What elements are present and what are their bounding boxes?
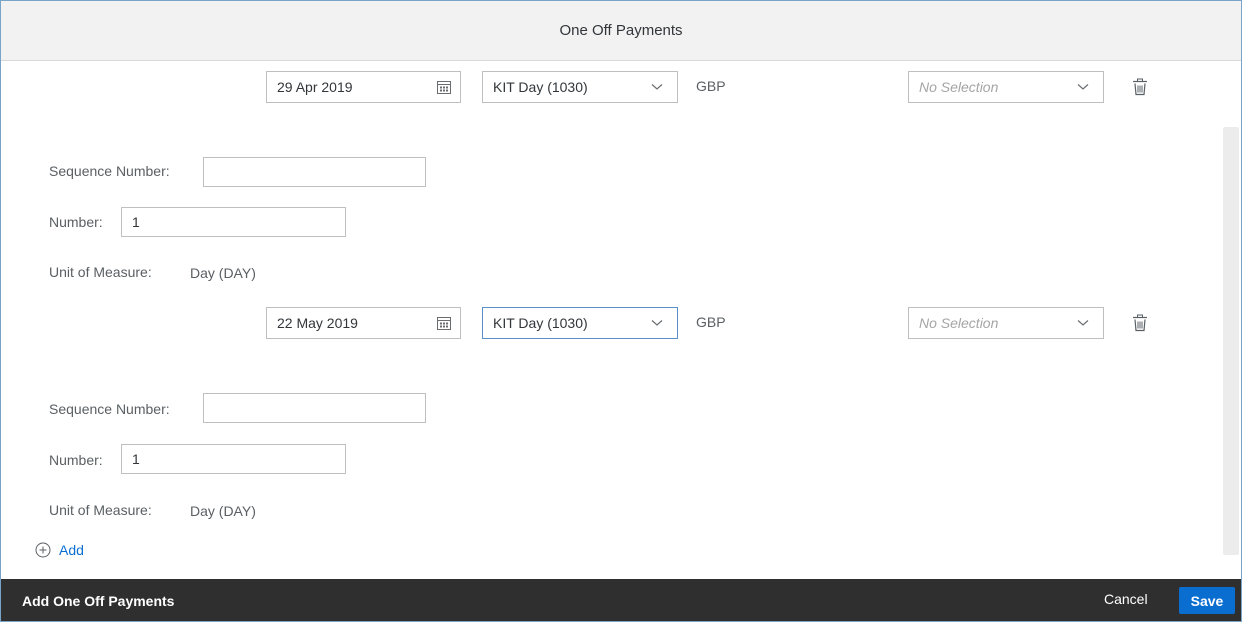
dialog-content: 29 Apr 2019 KIT Day (1030) GBP No Select… — [1, 61, 1241, 579]
calendar-icon[interactable] — [436, 315, 452, 331]
wage-type-value-2: KIT Day (1030) — [493, 315, 588, 331]
selection-select-2[interactable]: No Selection — [908, 307, 1104, 339]
date-picker-1[interactable]: 29 Apr 2019 — [266, 71, 461, 103]
sequence-input-2[interactable] — [203, 393, 426, 423]
add-circle-icon — [35, 542, 51, 558]
scrollbar[interactable] — [1221, 61, 1241, 579]
currency-2: GBP — [696, 314, 726, 330]
save-button[interactable]: Save — [1179, 587, 1235, 614]
chevron-down-icon — [1077, 83, 1089, 91]
trash-icon[interactable] — [1132, 314, 1148, 332]
selection-select-1[interactable]: No Selection — [908, 71, 1104, 103]
number-input-1[interactable]: 1 — [121, 207, 346, 237]
date-picker-2[interactable]: 22 May 2019 — [266, 307, 461, 339]
add-payment-link[interactable]: Add — [35, 542, 84, 558]
selection-placeholder-2: No Selection — [919, 315, 999, 331]
wage-type-value-1: KIT Day (1030) — [493, 79, 588, 95]
uom-value-2: Day (DAY) — [190, 503, 256, 519]
chevron-down-icon — [1077, 319, 1089, 327]
calendar-icon[interactable] — [436, 79, 452, 95]
chevron-down-icon — [651, 83, 663, 91]
date-value-2: 22 May 2019 — [277, 315, 358, 331]
dialog-title: One Off Payments — [1, 1, 1241, 61]
number-label-2: Number: — [49, 452, 103, 468]
footer-title: Add One Off Payments — [22, 592, 175, 609]
uom-label-2: Unit of Measure: — [49, 502, 152, 518]
number-value-2: 1 — [132, 451, 140, 467]
number-label-1: Number: — [49, 214, 103, 230]
trash-icon[interactable] — [1132, 78, 1148, 96]
wage-type-select-1[interactable]: KIT Day (1030) — [482, 71, 678, 103]
dialog-title-text: One Off Payments — [559, 22, 683, 39]
scrollbar-thumb[interactable] — [1223, 127, 1239, 555]
one-off-payments-dialog: One Off Payments 29 Apr 2019 KIT Day (10… — [0, 0, 1242, 622]
add-label: Add — [59, 542, 84, 558]
sequence-label-2: Sequence Number: — [49, 401, 170, 417]
number-input-2[interactable]: 1 — [121, 444, 346, 474]
dialog-footer: Add One Off Payments Cancel Save — [1, 579, 1241, 621]
chevron-down-icon — [651, 319, 663, 327]
date-value-1: 29 Apr 2019 — [277, 79, 353, 95]
cancel-button[interactable]: Cancel — [1104, 591, 1148, 607]
uom-label-1: Unit of Measure: — [49, 264, 152, 280]
selection-placeholder-1: No Selection — [919, 79, 999, 95]
uom-value-1: Day (DAY) — [190, 265, 256, 281]
currency-1: GBP — [696, 78, 726, 94]
sequence-input-1[interactable] — [203, 157, 426, 187]
wage-type-select-2[interactable]: KIT Day (1030) — [482, 307, 678, 339]
number-value-1: 1 — [132, 214, 140, 230]
sequence-label-1: Sequence Number: — [49, 163, 170, 179]
